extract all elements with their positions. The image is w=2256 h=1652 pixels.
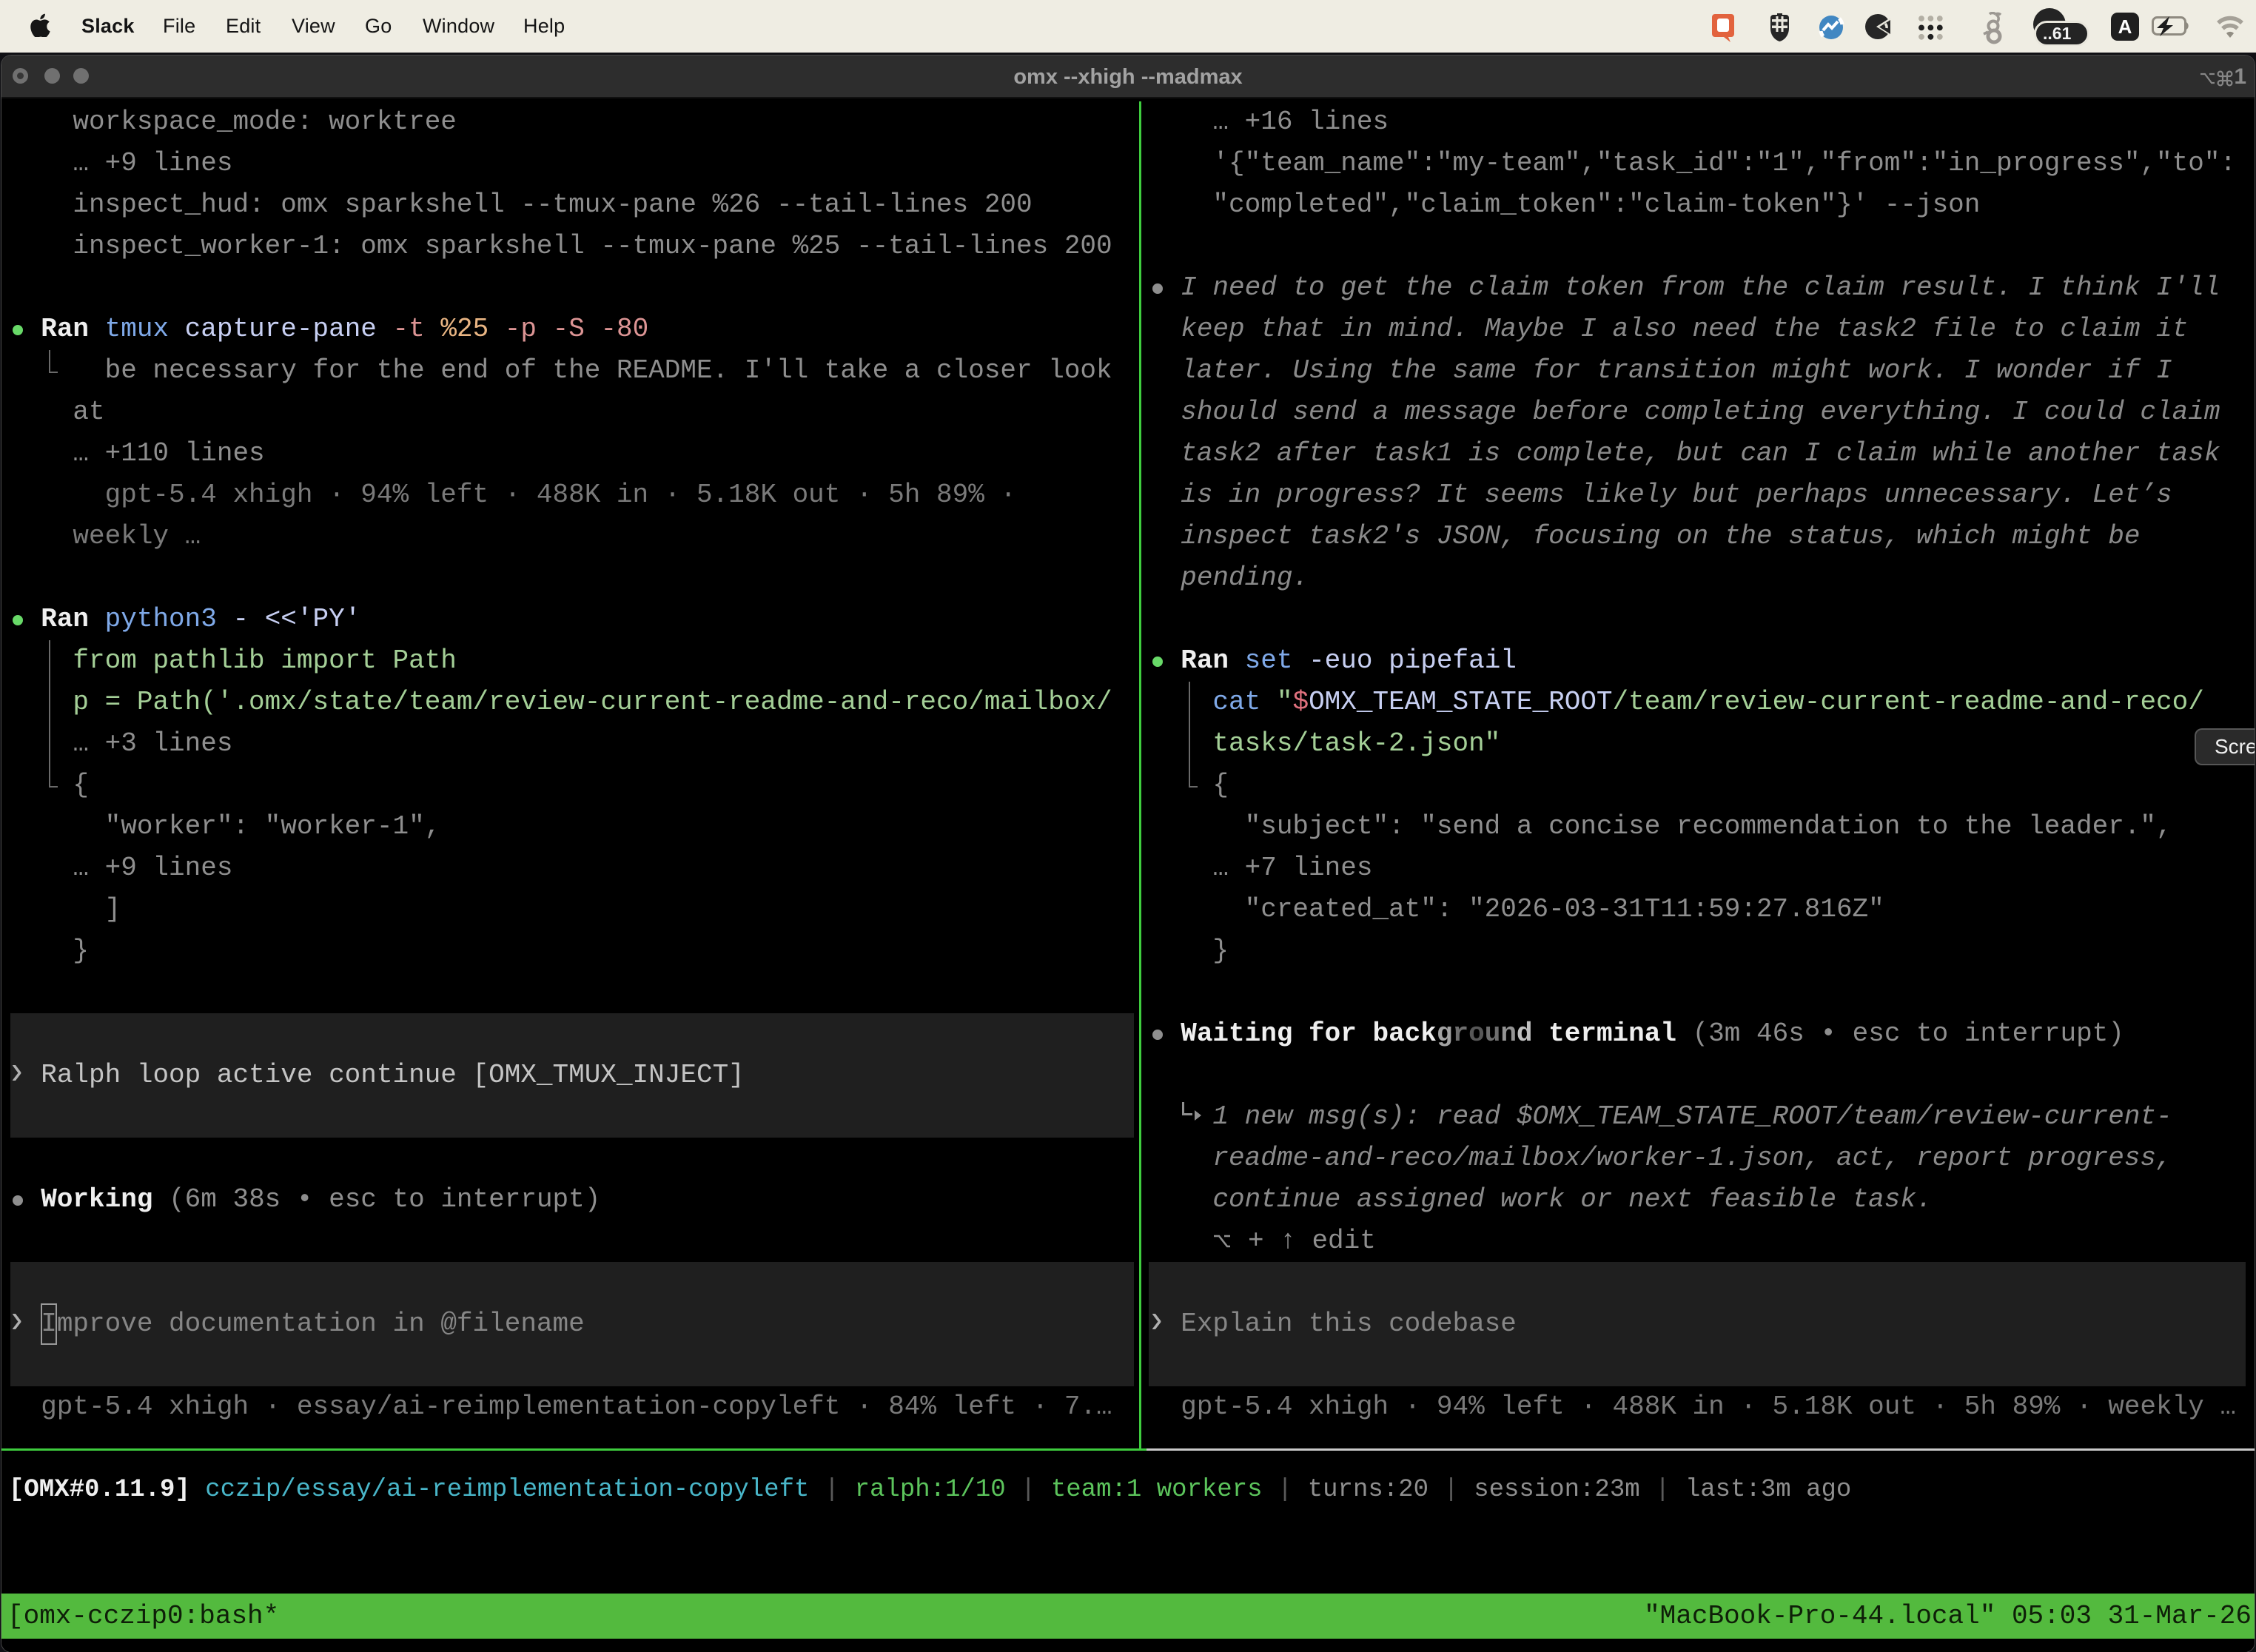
- svg-text:A: A: [2118, 16, 2132, 38]
- svg-text:..61: ..61: [2043, 24, 2072, 43]
